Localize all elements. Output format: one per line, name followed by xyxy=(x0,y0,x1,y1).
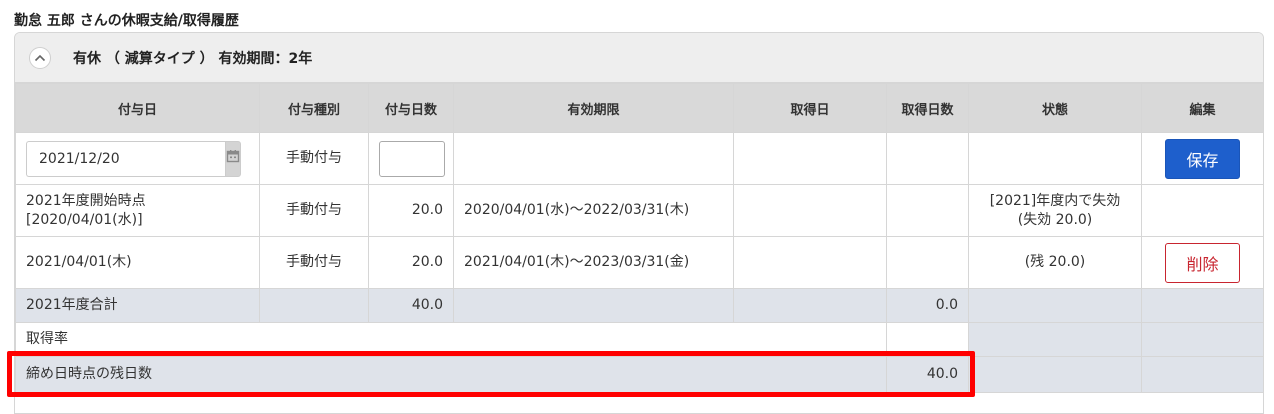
rate-label: 取得率 xyxy=(15,322,887,357)
calendar-button[interactable] xyxy=(225,140,241,177)
total-row: 2021年度合計 40.0 0.0 xyxy=(15,288,1263,323)
calendar-icon xyxy=(226,149,240,169)
panel-title: 有休 （ 減算タイプ ） 有効期間：2年 xyxy=(73,50,313,67)
delete-button[interactable]: 削除 xyxy=(1165,242,1240,283)
row2-validity: 2021/04/01(木)〜2023/03/31(金) xyxy=(453,236,734,289)
header-taken-days: 取得日数 xyxy=(886,83,969,133)
row2-grant-date: 2021/04/01(木) xyxy=(15,236,260,289)
chevron-up-icon xyxy=(34,54,46,62)
row1-validity: 2020/04/01(水)〜2022/03/31(木) xyxy=(453,184,734,237)
grant-history-table: 付与日 付与種別 付与日数 有効期限 取得日 取得日数 状態 編集 2021/1… xyxy=(15,83,1263,393)
page-title: 勤怠 五郎 さんの休暇支給/取得履歴 xyxy=(14,13,239,29)
row2-grant-days: 20.0 xyxy=(368,236,454,289)
remaining-label: 締め日時点の残日数 xyxy=(15,356,887,393)
rate-row: 取得率 xyxy=(15,322,1263,357)
row1-grant-date-line1: 2021年度開始時点 xyxy=(26,192,146,209)
total-taken-days: 0.0 xyxy=(886,288,969,323)
table-header-row: 付与日 付与種別 付与日数 有効期限 取得日 取得日数 状態 編集 xyxy=(15,83,1263,133)
row1-status-line2: (失効 20.0) xyxy=(1017,211,1093,228)
remaining-row: 締め日時点の残日数 40.0 xyxy=(15,356,1263,393)
remaining-value: 40.0 xyxy=(886,356,969,393)
row1-grant-type: 手動付与 xyxy=(259,184,369,237)
header-grant-type: 付与種別 xyxy=(259,83,369,133)
total-label: 2021年度合計 xyxy=(15,288,260,323)
grant-date-input[interactable] xyxy=(26,140,225,177)
header-grant-days: 付与日数 xyxy=(368,83,454,133)
new-grant-row: 手動付与 保存 xyxy=(15,132,1263,185)
row2-grant-type: 手動付与 xyxy=(259,236,369,289)
save-button[interactable]: 保存 xyxy=(1165,138,1240,179)
row1-grant-date: 2021年度開始時点 [2020/04/01(水)] xyxy=(15,184,260,237)
row1-status: [2021]年度内で失効 (失効 20.0) xyxy=(968,184,1142,237)
row1-grant-days: 20.0 xyxy=(368,184,454,237)
row1-grant-date-line2: [2020/04/01(水)] xyxy=(26,211,143,228)
header-grant-date: 付与日 xyxy=(15,83,260,133)
collapse-button[interactable] xyxy=(29,46,51,69)
row2-status: (残 20.0) xyxy=(968,236,1142,289)
total-grant-days: 40.0 xyxy=(368,288,454,323)
row1-status-line1: [2021]年度内で失効 xyxy=(989,192,1121,209)
header-edit: 編集 xyxy=(1141,83,1263,133)
header-validity: 有効期限 xyxy=(453,83,734,133)
header-taken-date: 取得日 xyxy=(733,83,887,133)
table-row: 2021年度開始時点 [2020/04/01(水)] 手動付与 20.0 202… xyxy=(15,184,1263,237)
grant-date-picker xyxy=(26,140,241,177)
leave-panel: 有休 （ 減算タイプ ） 有効期間：2年 付与日 付与種別 付与日数 有効期限 … xyxy=(14,32,1264,414)
header-status: 状態 xyxy=(968,83,1142,133)
new-grant-type: 手動付与 xyxy=(259,132,369,185)
table-row: 2021/04/01(木) 手動付与 20.0 2021/04/01(木)〜20… xyxy=(15,236,1263,289)
panel-header: 有休 （ 減算タイプ ） 有効期間：2年 xyxy=(15,33,1263,83)
grant-days-input[interactable] xyxy=(379,140,445,177)
